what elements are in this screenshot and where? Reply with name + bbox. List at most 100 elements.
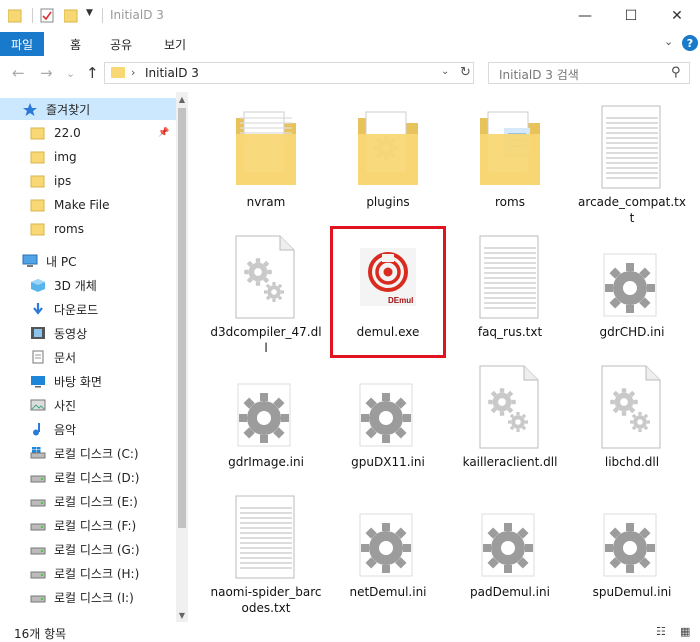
scroll-thumb[interactable] <box>178 108 186 528</box>
sidebar-item-label: 로컬 디스크 (E:) <box>54 494 138 509</box>
settings-file-icon <box>474 494 546 582</box>
large-icons-view-icon[interactable]: ▦ <box>680 625 690 638</box>
close-button[interactable]: ✕ <box>654 0 700 32</box>
demul-app-icon: DEmul <box>352 234 424 322</box>
file-item[interactable]: gdrCHD.ini <box>576 228 688 356</box>
sidebar-item-3d-개체[interactable]: 3D 개체 <box>0 274 176 296</box>
drive-icon <box>30 518 46 532</box>
refresh-icon[interactable]: ↻ <box>460 65 471 80</box>
drive-icon <box>30 494 46 508</box>
sidebar-item-동영상[interactable]: 동영상 <box>0 322 176 344</box>
sidebar-item-내-pc[interactable]: 내 PC <box>0 250 176 272</box>
file-name: naomi-spider_barcodes.txt <box>210 585 322 615</box>
file-item[interactable]: plugins <box>332 98 444 226</box>
file-name: faq_rus.txt <box>477 325 543 339</box>
address-path[interactable]: InitialD 3 <box>145 66 199 80</box>
file-item[interactable]: faq_rus.txt <box>454 228 566 356</box>
file-item[interactable]: kailleraclient.dll <box>454 358 566 486</box>
sidebar-item-음악[interactable]: 음악 <box>0 418 176 440</box>
file-name: padDemul.ini <box>470 585 550 599</box>
file-item[interactable]: naomi-spider_barcodes.txt <box>210 488 322 616</box>
checklist-icon[interactable] <box>40 8 54 24</box>
folder-icon <box>230 104 302 192</box>
file-item[interactable]: gdrImage.ini <box>210 358 322 486</box>
text-file-icon <box>596 104 668 192</box>
forward-button[interactable]: → <box>40 64 53 82</box>
details-view-icon[interactable]: ☷ <box>656 625 666 638</box>
file-item[interactable]: padDemul.ini <box>454 488 566 616</box>
customize-dropdown-icon[interactable]: ▼ <box>86 8 96 24</box>
sidebar-item-label: 즐겨찾기 <box>46 102 91 117</box>
maximize-button[interactable]: ☐ <box>608 0 654 32</box>
file-item[interactable]: roms <box>454 98 566 226</box>
sidebar-item-label: 3D 개체 <box>54 278 97 293</box>
file-item[interactable]: nvram <box>210 98 322 226</box>
sidebar-item-22-0[interactable]: 22.0 📌 <box>0 122 176 144</box>
ribbon-tabs: 파일 홈 공유 보기 ⌄ ? <box>0 32 700 56</box>
file-item[interactable]: netDemul.ini <box>332 488 444 616</box>
sidebar-item-img[interactable]: img <box>0 146 176 168</box>
sidebar-item-로컬-디스크-g[interactable]: 로컬 디스크 (G:) <box>0 538 176 560</box>
sidebar-item-make-file[interactable]: Make File <box>0 194 176 216</box>
divider <box>32 8 33 23</box>
folder-icon <box>30 174 46 188</box>
sidebar-item-사진[interactable]: 사진 <box>0 394 176 416</box>
sidebar-item-로컬-디스크-e[interactable]: 로컬 디스크 (E:) <box>0 490 176 512</box>
windows-drive-icon <box>30 446 46 460</box>
sidebar-item-roms[interactable]: roms <box>0 218 176 240</box>
sidebar-item-로컬-디스크-d[interactable]: 로컬 디스크 (D:) <box>0 466 176 488</box>
sidebar-item-로컬-디스크-h[interactable]: 로컬 디스크 (H:) <box>0 562 176 584</box>
sidebar-item-다운로드[interactable]: 다운로드 <box>0 298 176 320</box>
ribbon-expand-icon[interactable]: ⌄ <box>664 35 673 48</box>
music-icon <box>30 422 46 436</box>
up-button[interactable]: ↑ <box>86 64 99 82</box>
new-folder-icon[interactable] <box>63 8 78 24</box>
folder-icon <box>30 126 46 140</box>
sidebar-scrollbar[interactable]: ▲ ▼ <box>176 92 188 622</box>
divider <box>102 8 103 23</box>
file-item[interactable]: arcade_compat.txt <box>576 98 688 226</box>
settings-file-icon <box>352 494 424 582</box>
sidebar-item-label: 로컬 디스크 (I:) <box>54 590 134 605</box>
chevron-down-icon[interactable]: ⌄ <box>441 66 449 77</box>
sidebar-item-label: roms <box>54 222 84 236</box>
video-icon <box>30 326 46 340</box>
back-button[interactable]: ← <box>12 64 25 82</box>
recent-locations-icon[interactable]: ⌄ <box>66 67 75 80</box>
sidebar-item-바탕-화면[interactable]: 바탕 화면 <box>0 370 176 392</box>
file-item[interactable]: gpuDX11.ini <box>332 358 444 486</box>
help-icon[interactable]: ? <box>682 35 698 51</box>
search-icon[interactable]: ⚲ <box>671 65 681 80</box>
text-file-icon <box>230 494 302 582</box>
minimize-button[interactable]: — <box>562 0 608 32</box>
scroll-up-icon[interactable]: ▲ <box>176 92 188 106</box>
pin-icon[interactable]: 📌 <box>158 128 169 138</box>
search-input[interactable]: InitialD 3 검색 ⚲ <box>488 62 690 84</box>
sidebar-item-즐겨찾기[interactable]: 즐겨찾기 <box>0 98 176 120</box>
sidebar-item-로컬-디스크-c[interactable]: 로컬 디스크 (C:) <box>0 442 176 464</box>
folder-icon <box>30 222 46 236</box>
tab-share[interactable]: 공유 <box>110 32 132 56</box>
sidebar-item-문서[interactable]: 문서 <box>0 346 176 368</box>
file-item[interactable]: d3dcompiler_47.dll <box>210 228 322 356</box>
sidebar-item-label: 22.0 <box>54 126 81 140</box>
folder-icon <box>474 104 546 192</box>
sidebar-item-label: 로컬 디스크 (C:) <box>54 446 139 461</box>
file-item[interactable]: spuDemul.ini <box>576 488 688 616</box>
title-bar: ▼ InitialD 3 — ☐ ✕ <box>0 0 700 32</box>
folder-icon[interactable] <box>7 8 22 24</box>
tab-file[interactable]: 파일 <box>0 32 44 56</box>
computer-icon <box>22 254 38 268</box>
chevron-right-icon[interactable]: › <box>131 66 135 79</box>
sidebar-item-로컬-디스크-i[interactable]: 로컬 디스크 (I:) <box>0 586 176 608</box>
file-item[interactable]: libchd.dll <box>576 358 688 486</box>
scroll-down-icon[interactable]: ▼ <box>176 608 188 622</box>
address-bar[interactable]: › InitialD 3 ⌄ ↻ <box>104 62 474 84</box>
sidebar-item-로컬-디스크-f[interactable]: 로컬 디스크 (F:) <box>0 514 176 536</box>
file-name: arcade_compat.txt <box>578 195 686 225</box>
navigation-pane: 즐겨찾기 22.0 📌 img ips Make File roms 내 PC 3D 개체다운로… <box>0 92 176 622</box>
tab-home[interactable]: 홈 <box>70 32 81 56</box>
file-item[interactable]: DEmul demul.exe <box>330 226 446 358</box>
sidebar-item-ips[interactable]: ips <box>0 170 176 192</box>
tab-view[interactable]: 보기 <box>164 32 186 56</box>
